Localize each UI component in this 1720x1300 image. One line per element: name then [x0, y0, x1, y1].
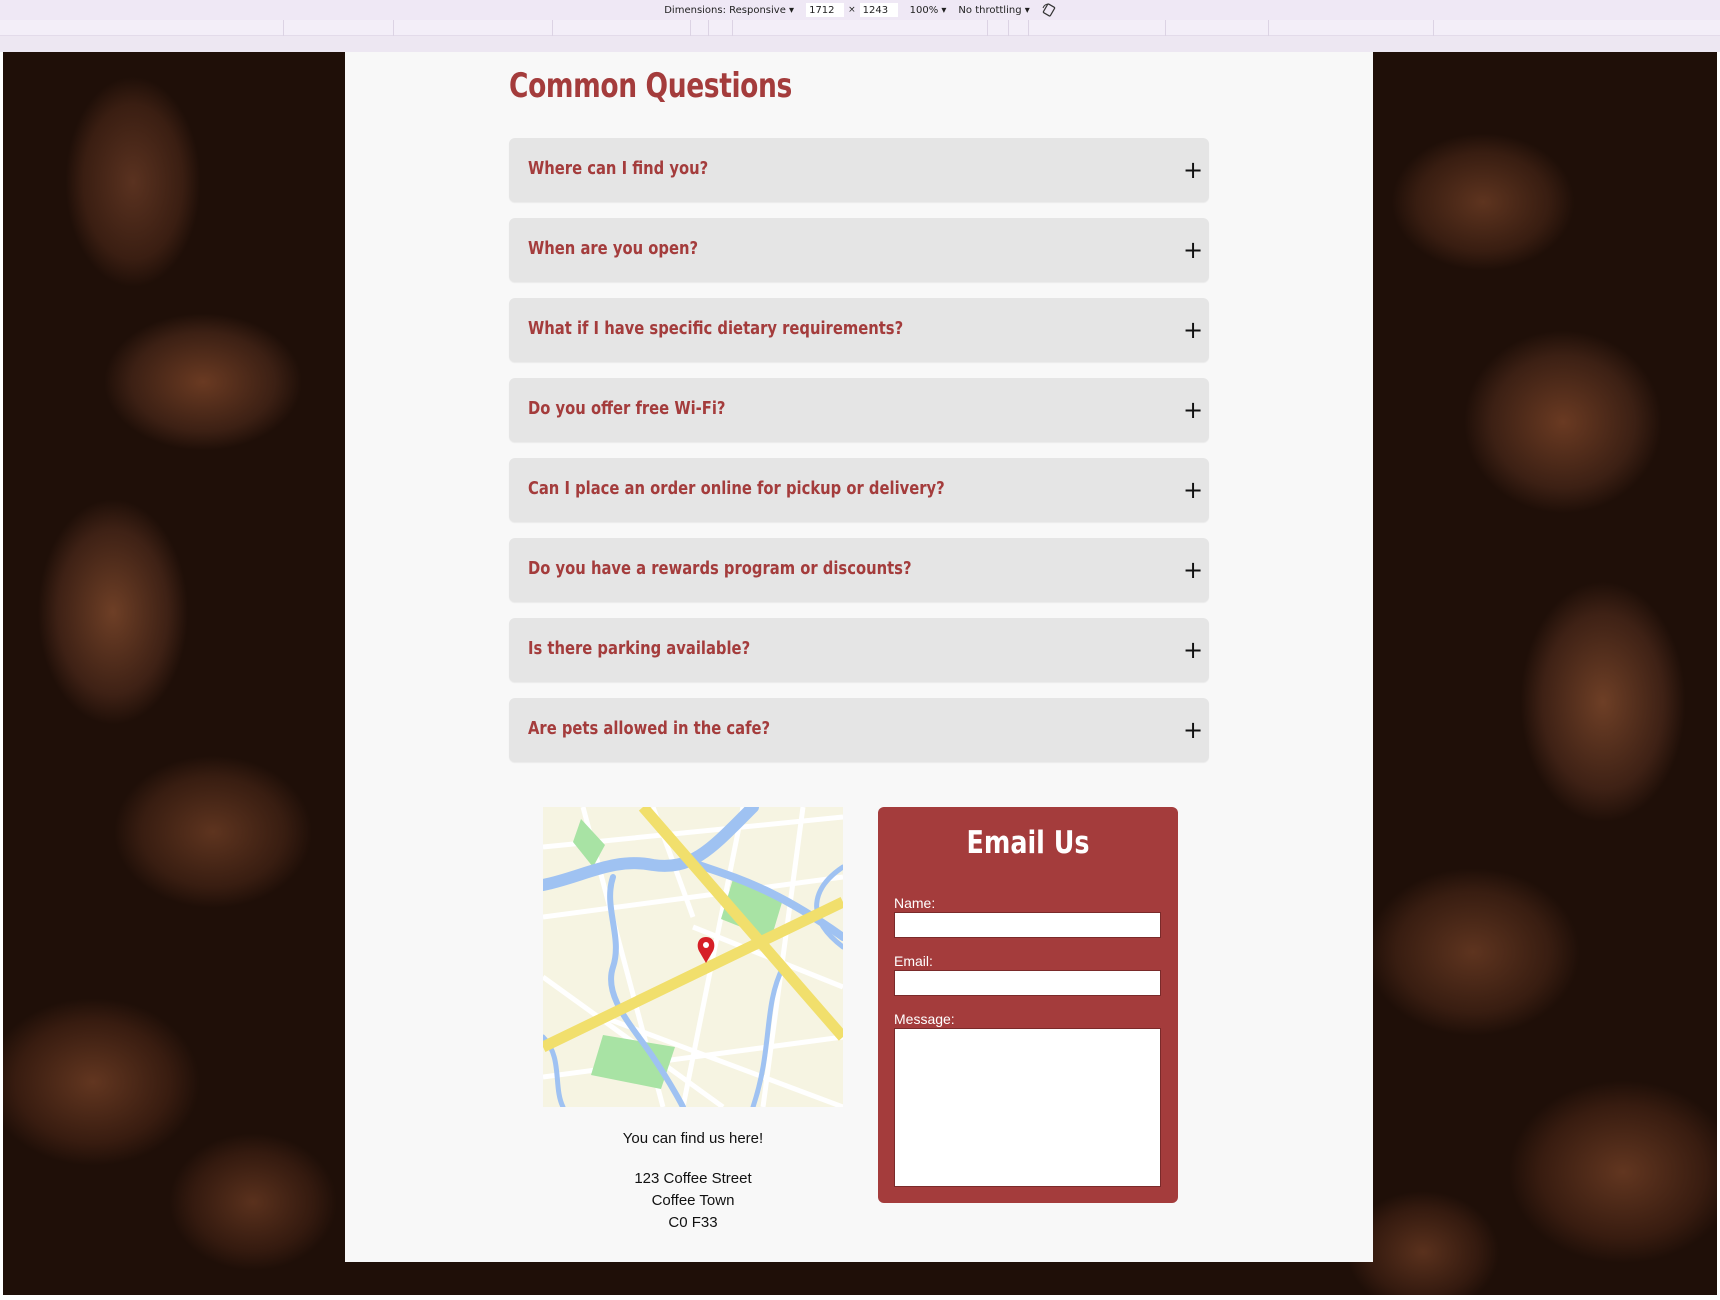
zoom-label: 100%: [909, 4, 939, 16]
dimensions-dropdown[interactable]: Dimensions: Responsive ▾: [664, 5, 794, 16]
faq-question: Where can I find you?: [528, 158, 709, 179]
faq-item-wifi[interactable]: Do you offer free Wi-Fi? +: [509, 378, 1209, 442]
dimensions-label: Dimensions: Responsive: [664, 4, 786, 16]
email-form-title: Email Us: [966, 825, 1090, 861]
address: 123 Coffee Street Coffee Town C0 F33: [543, 1168, 843, 1234]
name-field[interactable]: [894, 912, 1161, 938]
plus-icon[interactable]: +: [1183, 236, 1203, 264]
faq-item-location[interactable]: Where can I find you? +: [509, 138, 1209, 202]
zoom-dropdown[interactable]: 100% ▾: [910, 5, 947, 16]
location-map: [543, 807, 843, 1107]
chevron-down-icon: ▾: [1021, 4, 1030, 16]
faq-item-rewards[interactable]: Do you have a rewards program or discoun…: [509, 538, 1209, 602]
faq-item-dietary[interactable]: What if I have specific dietary requirem…: [509, 298, 1209, 362]
address-line: Coffee Town: [651, 1192, 735, 1209]
message-label: Message:: [894, 1011, 955, 1027]
plus-icon[interactable]: +: [1183, 476, 1203, 504]
times-sign: ×: [848, 5, 856, 15]
ruler-bar: [0, 20, 1720, 36]
plus-icon[interactable]: +: [1183, 396, 1203, 424]
plus-icon[interactable]: +: [1183, 636, 1203, 664]
width-input[interactable]: 1712: [806, 3, 845, 17]
find-us-text: You can find us here!: [622, 1130, 764, 1147]
email-field[interactable]: [894, 970, 1161, 996]
faq-question: Do you offer free Wi-Fi?: [528, 398, 726, 419]
faq-question: Can I place an order online for pickup o…: [528, 478, 945, 499]
faq-item-online-order[interactable]: Can I place an order online for pickup o…: [509, 458, 1209, 522]
faq-item-hours[interactable]: When are you open? +: [509, 218, 1209, 282]
height-input[interactable]: 1243: [859, 3, 898, 17]
plus-icon[interactable]: +: [1183, 156, 1203, 184]
faq-question: Do you have a rewards program or discoun…: [528, 558, 912, 579]
devtools-toolbar: Dimensions: Responsive ▾ 1712 × 1243 100…: [0, 0, 1720, 20]
rotate-icon: [1042, 3, 1055, 17]
address-line: 123 Coffee Street: [634, 1170, 752, 1187]
faq-heading: Common Questions: [509, 66, 792, 106]
name-label: Name:: [894, 895, 936, 911]
email-label: Email:: [894, 953, 933, 969]
address-line: C0 F33: [668, 1214, 718, 1231]
chevron-down-icon: ▾: [938, 4, 947, 16]
message-field[interactable]: [894, 1028, 1161, 1187]
faq-item-pets[interactable]: Are pets allowed in the cafe? +: [509, 698, 1209, 762]
chevron-down-icon: ▾: [785, 4, 795, 16]
throttling-dropdown[interactable]: No throttling ▾: [958, 5, 1029, 16]
faq-question: Are pets allowed in the cafe?: [528, 718, 771, 739]
faq-question: What if I have specific dietary requirem…: [528, 318, 904, 339]
page-viewport: Common Questions Where can I find you? +…: [3, 52, 1717, 1295]
ruler-bar-secondary: [0, 36, 1720, 52]
plus-icon[interactable]: +: [1183, 556, 1203, 584]
plus-icon[interactable]: +: [1183, 316, 1203, 344]
rotate-button[interactable]: [1042, 3, 1056, 17]
faq-question: When are you open?: [528, 238, 699, 259]
throttling-label: No throttling: [958, 4, 1022, 16]
main-content: Common Questions Where can I find you? +…: [345, 52, 1373, 1262]
faq-question: Is there parking available?: [528, 638, 751, 659]
faq-list: Where can I find you? + When are you ope…: [509, 138, 1209, 778]
plus-icon[interactable]: +: [1183, 716, 1203, 744]
faq-item-parking[interactable]: Is there parking available? +: [509, 618, 1209, 682]
email-form: Email Us Name: Email: Message:: [878, 807, 1178, 1203]
